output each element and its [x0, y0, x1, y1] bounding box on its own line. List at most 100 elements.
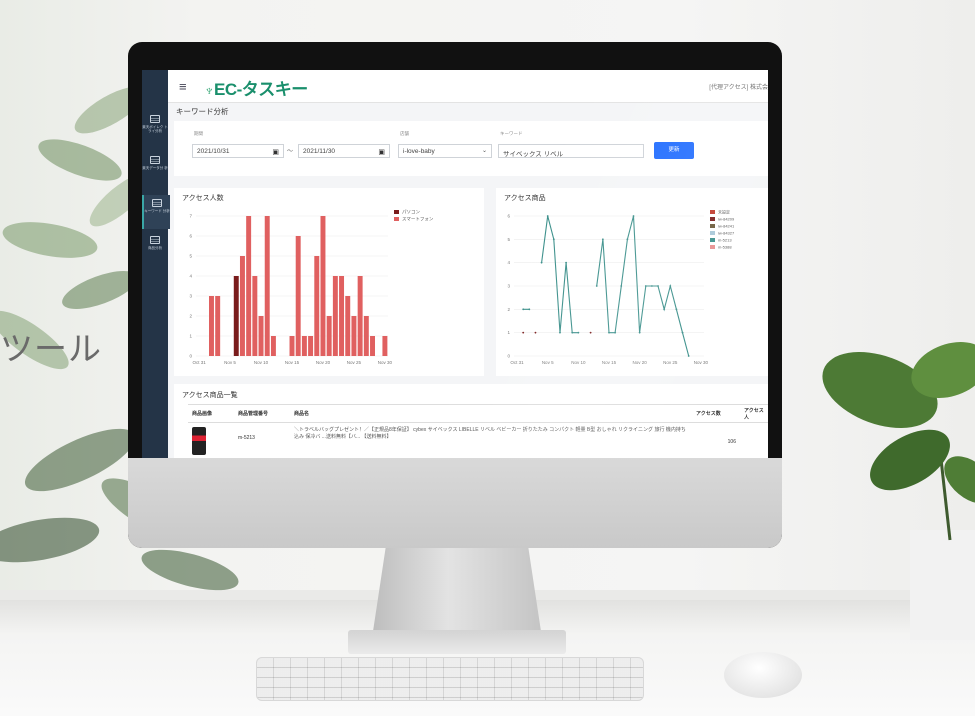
account-info[interactable]: [代理アクセス] 株式会: [709, 82, 768, 91]
menu-icon[interactable]: ≡: [179, 79, 187, 94]
bar: [258, 316, 264, 356]
legend-swatch: [710, 217, 715, 221]
x-tick-label: Nov 15: [602, 360, 617, 365]
bar: [332, 276, 338, 356]
bar: [320, 216, 326, 356]
y-tick-label: 0: [189, 354, 192, 359]
data-point: [534, 331, 537, 334]
legend-label: パソコン: [402, 210, 420, 215]
y-tick-label: 4: [507, 260, 510, 265]
table-icon: [150, 236, 160, 244]
bar: [370, 336, 375, 356]
keyword-input[interactable]: サイベックス リベル: [498, 144, 644, 158]
legend-label: iw-84209: [718, 217, 735, 222]
product-list-title: アクセス商品一覧: [182, 392, 238, 399]
x-tick-label: Nov 15: [285, 360, 300, 365]
date-from-value: 2021/10/31: [197, 148, 230, 155]
bar: [345, 296, 351, 356]
access-users-chart-card: アクセス人数 0 1 2 3 4 5 6 7 Oct 31 Nov 5 Nov 10 Nov 15 No…: [174, 188, 484, 376]
monitor-stand: [372, 548, 542, 638]
date-separator: 〜: [287, 149, 294, 155]
legend-swatch: [710, 224, 715, 228]
x-tick-label: Oct 31: [510, 360, 524, 365]
legend-label: 未設定: [718, 209, 730, 215]
access-products-chart-card: アクセス商品 0 1 2 3 4 5 6 Oct 31 Nov 5 Nov 10 Nov 15 Nov…: [496, 188, 768, 376]
product-list-card: アクセス商品一覧 商品画像 商品管理番号 商品名 アクセス数 アクセス人 m-5…: [174, 384, 768, 458]
column-header[interactable]: 商品管理番号: [234, 404, 290, 423]
table-row[interactable]: m-5213 ＼トラベルバッグプレゼント！／【正規品8年保証】 cybex サイ…: [188, 422, 768, 458]
y-tick-label: 5: [189, 254, 192, 259]
access-users-bar-chart: 0 1 2 3 4 5 6 7 Oct 31 Nov 5 Nov 10 Nov 15 Nov 20 Nov…: [189, 210, 433, 366]
y-tick-label: 6: [507, 214, 510, 219]
sidebar-item-label: キーワード 分析: [144, 209, 170, 213]
sidebar-item-rakuten-directory[interactable]: 楽天ボイレク トライ分析: [142, 115, 168, 133]
store-value: i-love-baby: [403, 148, 435, 155]
app-screen: 楽天ボイレク トライ分析 楽天データ分 析 キーワード 分析 商品分析 ≡ ♆E…: [142, 70, 768, 458]
date-from-input[interactable]: 2021/10/31 ▣: [192, 144, 284, 158]
calendar-icon[interactable]: ▣: [378, 148, 385, 156]
product-thumbnail[interactable]: [192, 427, 206, 455]
bar: [209, 296, 214, 356]
calendar-icon[interactable]: ▣: [272, 148, 279, 156]
x-tick-label: Nov 20: [316, 360, 331, 365]
table-header-row: 商品画像 商品管理番号 商品名 アクセス数 アクセス人: [188, 404, 768, 423]
x-tick-label: Oct 31: [192, 360, 206, 365]
store-select[interactable]: i-love-baby ⌄: [398, 144, 492, 158]
sidebar-item-label: 楽天ボイレク トライ分析: [142, 125, 168, 133]
bar: [270, 336, 276, 356]
monitor-chin: [128, 458, 782, 548]
bar: [233, 276, 239, 356]
sidebar-item-rakuten-data[interactable]: 楽天データ分 析: [142, 156, 168, 170]
app-logo[interactable]: ♆EC-タスキー: [204, 75, 308, 100]
period-label: 期間: [194, 131, 203, 136]
sidebar-item-product-analysis[interactable]: 商品分析: [142, 236, 168, 250]
x-tick-label: Nov 10: [254, 360, 269, 365]
y-tick-label: 3: [507, 284, 510, 289]
y-tick-label: 1: [189, 334, 192, 339]
x-tick-label: Nov 20: [633, 360, 648, 365]
bar: [357, 276, 363, 356]
date-to-input[interactable]: 2021/11/30 ▣: [298, 144, 390, 158]
update-button[interactable]: 更新: [654, 142, 694, 159]
monitor-base: [348, 630, 566, 654]
date-to-value: 2021/11/30: [303, 148, 336, 155]
legend-swatch: [710, 210, 715, 214]
legend-label: iw-84241: [718, 224, 735, 229]
y-tick-label: 3: [189, 294, 192, 299]
right-plant-decoration: [822, 341, 975, 640]
bar: [264, 216, 270, 356]
legend-label: m-5388: [718, 245, 732, 250]
access-users-cell: [740, 422, 768, 458]
bar: [314, 256, 320, 356]
y-tick-label: 4: [189, 274, 192, 279]
bar: [215, 296, 221, 356]
y-tick-label: 2: [189, 314, 192, 319]
column-header[interactable]: アクセス人: [740, 404, 768, 423]
product-table: 商品画像 商品管理番号 商品名 アクセス数 アクセス人 m-5213 ＼トラベル…: [188, 404, 768, 458]
x-tick-label: Nov 10: [571, 360, 586, 365]
bar: [252, 276, 258, 356]
table-icon: [150, 115, 160, 123]
y-tick-label: 1: [507, 330, 510, 335]
legend-swatch: [710, 231, 715, 235]
data-point: [522, 331, 525, 334]
product-code: m-5213: [234, 422, 290, 458]
column-header[interactable]: 商品名: [290, 404, 692, 423]
bar: [351, 316, 357, 356]
legend-swatch: [394, 210, 399, 214]
sidebar-item-label: 楽天データ分 析: [142, 166, 168, 170]
sidebar-item-keyword-analysis[interactable]: キーワード 分析: [142, 195, 170, 229]
column-header[interactable]: 商品画像: [188, 404, 234, 423]
tagline-text: ツール: [0, 330, 102, 367]
product-name[interactable]: ＼トラベルバッグプレゼント！／【正規品8年保証】 cybex サイベックス LI…: [290, 422, 692, 458]
x-tick-label: Nov 30: [378, 360, 393, 365]
bar: [363, 316, 369, 356]
legend-swatch: [394, 217, 399, 221]
bar: [339, 276, 345, 356]
column-header[interactable]: アクセス数: [692, 404, 740, 423]
x-tick-label: Nov 30: [694, 360, 709, 365]
chevron-down-icon: ⌄: [481, 148, 487, 154]
bar: [326, 316, 332, 356]
bar: [382, 336, 388, 356]
top-bar: ≡ ♆EC-タスキー [代理アクセス] 株式会: [168, 70, 768, 103]
